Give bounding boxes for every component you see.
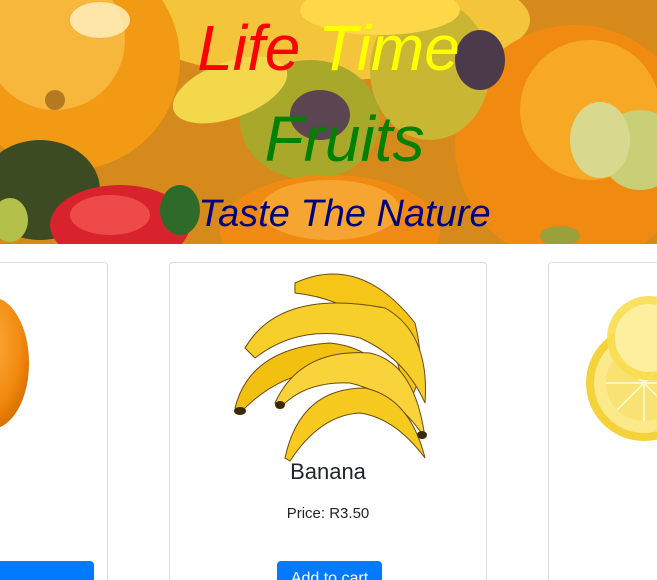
add-to-cart-button[interactable]: Add to cart	[277, 561, 382, 580]
product-list: Banana Price: R3.50 Add to cart	[0, 244, 657, 580]
tagline: Taste The Nature	[198, 193, 491, 235]
product-name: Banana	[290, 459, 366, 484]
product-card-orange	[0, 262, 108, 580]
title-word-life: Life	[197, 12, 301, 84]
product-card-banana: Banana Price: R3.50 Add to cart	[169, 262, 487, 580]
add-to-cart-button-orange[interactable]	[0, 561, 94, 580]
hero-banner: Life Time Fruits Taste The Nature	[0, 0, 657, 244]
product-price: Price: R3.50	[286, 505, 370, 522]
orange-image	[0, 298, 29, 428]
product-card-lemon	[548, 262, 657, 580]
title-word-time: Time	[318, 12, 460, 84]
banana-image	[234, 273, 427, 462]
site-title-line1: Life Time	[0, 12, 657, 84]
site-title-fruits: Fruits	[264, 103, 425, 175]
lemon-image	[586, 296, 657, 441]
